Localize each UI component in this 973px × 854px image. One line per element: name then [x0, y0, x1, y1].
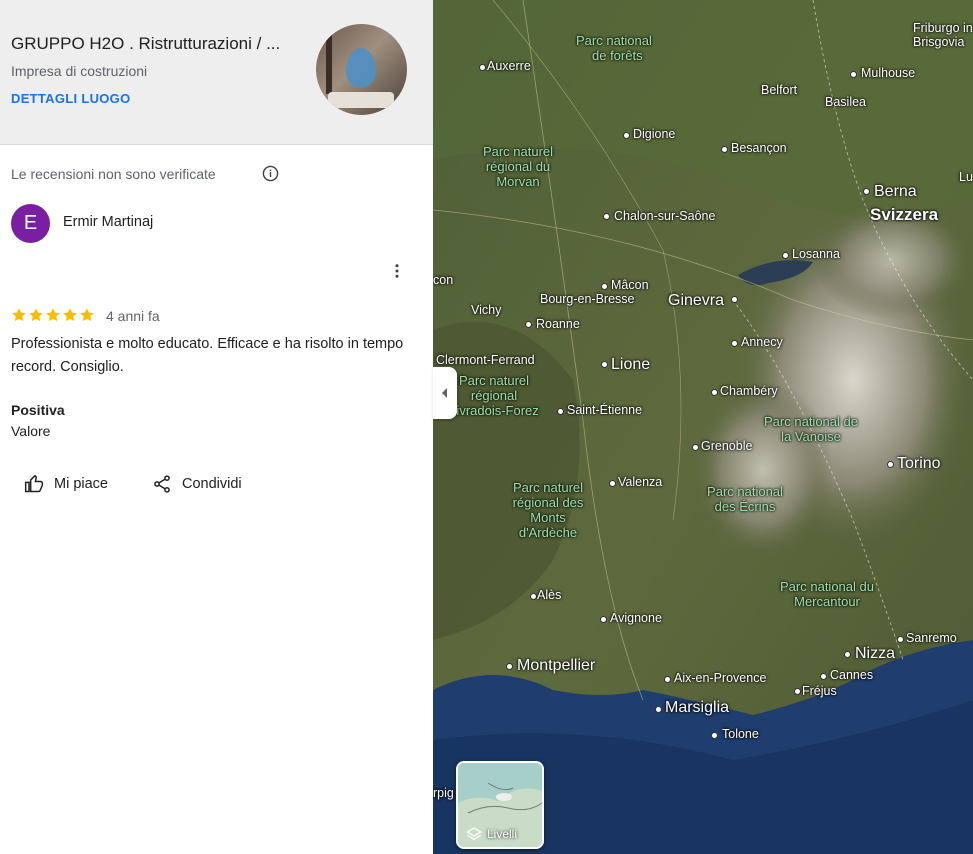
- like-label: Mi piace: [54, 476, 108, 492]
- positive-value: Valore: [11, 423, 51, 439]
- map-label-marsiglia[interactable]: Marsiglia: [665, 699, 729, 717]
- star-icon: [46, 308, 60, 322]
- map-label-avignone[interactable]: Avignone: [610, 611, 662, 625]
- map-label-parc-forets-1[interactable]: Parc national: [576, 33, 652, 48]
- map-label-ecrins[interactable]: Parc national des Écrins: [697, 484, 793, 514]
- place-header: GRUPPO H2O . Ristrutturazioni / ... Impr…: [0, 0, 433, 145]
- map-label-lu[interactable]: Lu: [959, 170, 973, 184]
- star-icon: [29, 308, 43, 322]
- map-label-tolone[interactable]: Tolone: [722, 727, 759, 741]
- author-name[interactable]: Ermir Martinaj: [63, 214, 153, 230]
- map-label-con[interactable]: con: [433, 273, 453, 287]
- map-label-mercantour[interactable]: Parc national du Mercantour: [777, 579, 877, 609]
- map-label-vichy[interactable]: Vichy: [471, 303, 501, 317]
- map-label-clermont[interactable]: Clermont-Ferrand: [436, 353, 535, 367]
- layers-label: Livelli: [487, 827, 518, 841]
- map-label-belfort[interactable]: Belfort: [761, 83, 797, 97]
- map-label-nizza[interactable]: Nizza: [855, 645, 895, 663]
- unverified-notice: Le recensioni non sono verificate: [11, 166, 216, 182]
- map-label-chambery[interactable]: Chambéry: [720, 384, 778, 398]
- star-icon: [12, 308, 26, 322]
- map-label-macon[interactable]: Mâcon: [611, 278, 649, 292]
- map-label-brisgovia[interactable]: Brisgovia: [913, 35, 964, 49]
- star-icon: [80, 308, 94, 322]
- review-time: 4 anni fa: [106, 308, 160, 324]
- place-title[interactable]: GRUPPO H2O . Ristrutturazioni / ...: [11, 34, 280, 54]
- map-label-friburgo[interactable]: Friburgo in: [913, 21, 973, 35]
- map-label-cannes[interactable]: Cannes: [830, 668, 873, 682]
- map-label-morvan[interactable]: Parc naturel régional du Morvan: [473, 144, 563, 189]
- map-label-stetienne[interactable]: Saint-Étienne: [567, 403, 642, 417]
- map-label-sanremo[interactable]: Sanremo: [906, 631, 957, 645]
- map-label-ginevra[interactable]: Ginevra: [668, 292, 724, 310]
- more-options-icon[interactable]: [388, 262, 406, 280]
- place-panel: GRUPPO H2O . Ristrutturazioni / ... Impr…: [0, 0, 433, 854]
- map-label-lione[interactable]: Lione: [611, 356, 650, 374]
- map-label-livradois[interactable]: Parc naturel régional Livradois-Forez: [448, 373, 540, 418]
- chevron-left-icon: [442, 388, 447, 398]
- layers-icon: [466, 827, 482, 841]
- star-rating: [11, 307, 95, 323]
- map-label-ardeche[interactable]: Parc naturel régional des Monts d'Ardèch…: [503, 480, 593, 540]
- layers-button[interactable]: Livelli: [456, 761, 544, 849]
- map-label-torino[interactable]: Torino: [897, 455, 941, 473]
- map-label-digione[interactable]: Digione: [633, 127, 675, 141]
- like-button[interactable]: Mi piace: [24, 472, 108, 496]
- positive-label: Positiva: [11, 402, 65, 418]
- map-label-montpellier[interactable]: Montpellier: [517, 657, 595, 675]
- map-label-vanoise[interactable]: Parc national de la Vanoise: [763, 414, 859, 444]
- map-label-annecy[interactable]: Annecy: [741, 335, 783, 349]
- map-label-grenoble[interactable]: Grenoble: [701, 439, 752, 453]
- map-label-aix[interactable]: Aix-en-Provence: [674, 671, 766, 685]
- map-label-frejus[interactable]: Fréjus: [802, 684, 837, 698]
- review-text: Professionista e molto educato. Efficace…: [11, 336, 404, 375]
- map-label-ales[interactable]: Alès: [537, 588, 561, 602]
- place-details-link[interactable]: DETTAGLI LUOGO: [11, 91, 131, 106]
- map-label-roanne[interactable]: Roanne: [536, 317, 580, 331]
- map-label-mulhouse[interactable]: Mulhouse: [861, 66, 915, 80]
- share-icon: [154, 475, 170, 493]
- share-button[interactable]: Condividi: [152, 472, 242, 496]
- map-label-rpig[interactable]: rpig: [433, 786, 454, 800]
- map-label-basilea[interactable]: Basilea: [825, 95, 866, 109]
- map-label-berna[interactable]: Berna: [874, 183, 917, 201]
- share-label: Condividi: [182, 476, 242, 492]
- map-label-losanna[interactable]: Losanna: [792, 247, 840, 261]
- map-label-parc-forets-2[interactable]: de forêts: [592, 48, 643, 63]
- star-icon: [63, 308, 77, 322]
- map-view[interactable]: Friburgo in Brisgovia Parc national de f…: [433, 0, 973, 854]
- thumb-up-icon: [24, 474, 44, 493]
- avatar[interactable]: E: [11, 204, 50, 243]
- map-label-valenza[interactable]: Valenza: [618, 475, 662, 489]
- info-icon[interactable]: [262, 165, 279, 182]
- satellite-map: [433, 0, 973, 854]
- map-label-besancon[interactable]: Besançon: [731, 141, 787, 155]
- place-category: Impresa di costruzioni: [11, 63, 148, 79]
- map-label-svizzera[interactable]: Svizzera: [870, 205, 938, 225]
- map-label-bourg[interactable]: Bourg-en-Bresse: [540, 292, 635, 306]
- map-label-chalon[interactable]: Chalon-sur-Saône: [614, 209, 715, 223]
- place-photo[interactable]: [316, 24, 407, 115]
- collapse-panel-button[interactable]: [433, 367, 457, 419]
- map-label-auxerre[interactable]: Auxerre: [487, 59, 531, 73]
